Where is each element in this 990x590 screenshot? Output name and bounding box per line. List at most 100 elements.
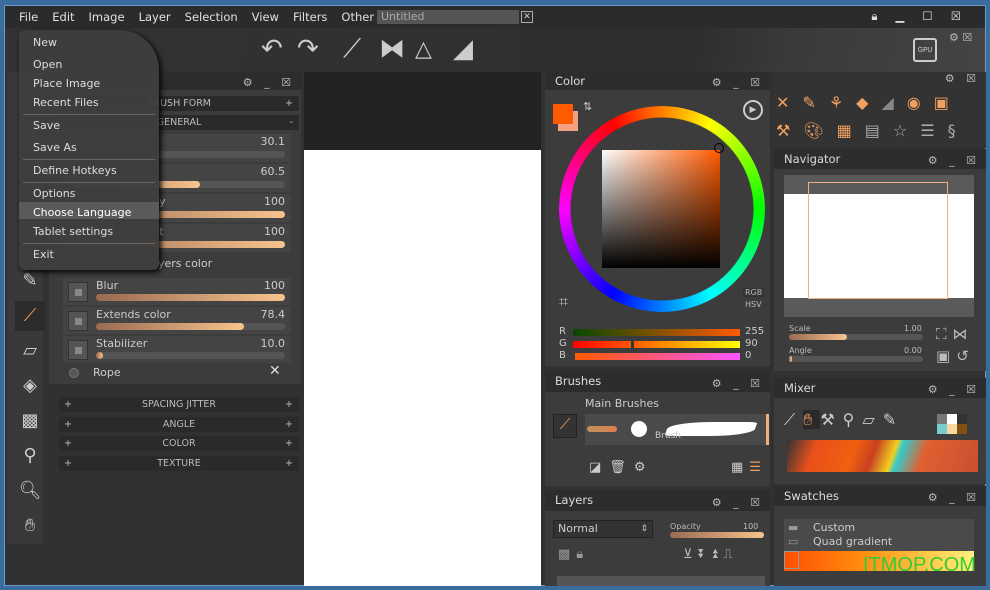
fit-screen-icon[interactable]: ⛶: [936, 325, 953, 343]
brushes-tab-icon[interactable]: ⚘: [829, 93, 856, 112]
slider-track[interactable]: [96, 323, 285, 330]
transparency-lock-icon[interactable]: ▩: [558, 547, 576, 562]
navigator-preview[interactable]: [784, 175, 974, 317]
menu-item-new[interactable]: New: [33, 36, 57, 49]
notes-tab-icon[interactable]: ▤: [865, 121, 893, 140]
mixer-knife-icon[interactable]: ⚒: [820, 410, 842, 429]
panel-controls[interactable]: ⚙ _ ☒: [712, 373, 764, 394]
menu-filters[interactable]: Filters: [293, 10, 327, 24]
mixer-brush-icon[interactable]: ⟋: [784, 410, 803, 429]
slider-track[interactable]: [96, 294, 285, 301]
stabilizer-checkbox[interactable]: [68, 340, 88, 360]
tools-tab-icon[interactable]: ✕: [776, 93, 802, 112]
menu-item-open[interactable]: Open: [33, 58, 62, 71]
wrench-icon[interactable]: ✕: [269, 363, 281, 379]
color-tab-icon[interactable]: ◉: [907, 93, 934, 112]
brush-item[interactable]: Brush: [585, 414, 769, 445]
panel-controls[interactable]: ⚙ ☒: [945, 72, 980, 85]
minimize-icon[interactable]: ▁: [896, 9, 909, 23]
play-icon[interactable]: ▶: [743, 100, 763, 120]
selected-swatch[interactable]: [784, 551, 799, 569]
redo-icon[interactable]: ↷: [297, 34, 319, 64]
menu-item-tablet-settings[interactable]: Tablet settings: [33, 225, 113, 238]
mixer-picker-icon[interactable]: ✎: [883, 410, 904, 429]
mixer-blend-icon[interactable]: ✋︎: [803, 410, 821, 429]
mixer-canvas[interactable]: [787, 440, 978, 472]
navigator-viewport[interactable]: [808, 182, 948, 299]
menu-item-recent-files[interactable]: Recent Files: [33, 96, 99, 109]
section-spacing-jitter[interactable]: + SPACING JITTER +: [59, 397, 299, 412]
menu-item-options[interactable]: Options: [33, 187, 75, 200]
swatches-tab-icon[interactable]: ▦: [837, 121, 865, 140]
menu-selection[interactable]: Selection: [185, 10, 238, 24]
blend-mode-select[interactable]: Normal ⇕: [553, 520, 653, 538]
scale-slider[interactable]: [789, 334, 923, 340]
new-brush-icon[interactable]: ◪: [589, 460, 609, 475]
g-slider[interactable]: [573, 341, 740, 348]
extends-color-checkbox[interactable]: [68, 311, 88, 331]
image-tab-icon[interactable]: ▣: [934, 93, 962, 112]
saturation-value-square[interactable]: [602, 150, 720, 268]
panel-controls[interactable]: ⚙ _ ☒: [928, 151, 980, 171]
lock-icon[interactable]: 🔒︎: [871, 9, 881, 23]
mixer-clean-icon[interactable]: ⚲: [843, 410, 863, 429]
panel-controls[interactable]: ⚙ _ ☒: [712, 74, 764, 92]
document-tab[interactable]: Untitled: [377, 10, 519, 24]
hand-icon[interactable]: ✋︎: [15, 511, 45, 541]
r-slider[interactable]: [573, 329, 740, 336]
gradient-icon[interactable]: ▩: [15, 406, 45, 436]
blur-checkbox[interactable]: [68, 282, 88, 302]
menu-item-exit[interactable]: Exit: [33, 248, 54, 261]
panel-controls[interactable]: ⚙ _ ☒: [928, 380, 980, 400]
menu-item-choose-language[interactable]: Choose Language: [33, 206, 131, 219]
undo-icon[interactable]: ↶: [261, 34, 283, 64]
color-picker-cursor[interactable]: [714, 143, 724, 153]
gpu-icon[interactable]: GPU: [913, 38, 937, 62]
flip-horizontal-icon[interactable]: ⋈: [953, 325, 974, 343]
brush-settings-tab-icon[interactable]: ✎: [802, 93, 828, 112]
swatch-set-quad-gradient[interactable]: Quad gradient: [813, 535, 892, 548]
zoom-icon[interactable]: 🔍︎: [15, 476, 45, 506]
symmetry-icon[interactable]: ⧓: [379, 34, 405, 64]
section-texture[interactable]: + TEXTURE +: [59, 456, 299, 471]
rgb-mode[interactable]: RGB: [743, 288, 765, 297]
canvas[interactable]: [304, 150, 541, 586]
opacity-slider[interactable]: [670, 532, 764, 538]
close-icon[interactable]: ☒: [951, 9, 965, 23]
eyedropper-icon[interactable]: ✎: [15, 266, 45, 296]
ruler-icon[interactable]: ◢: [453, 34, 473, 64]
slider-track[interactable]: [96, 352, 285, 359]
eraser-icon[interactable]: ▱: [15, 336, 45, 366]
menu-other[interactable]: Other: [341, 10, 374, 24]
menu-item-define-hotkeys[interactable]: Define Hotkeys: [33, 164, 117, 177]
merge-up-icon[interactable]: ⏫︎: [711, 547, 724, 562]
list-tab-icon[interactable]: ☰: [920, 121, 947, 140]
layers-tab-icon[interactable]: ◆: [856, 93, 881, 112]
menu-image[interactable]: Image: [89, 10, 125, 24]
list-view-icon[interactable]: ☰: [749, 460, 767, 475]
panel-controls[interactable]: ⚙ _ ☒: [243, 74, 295, 92]
paint-roller-icon[interactable]: ⚲: [15, 441, 45, 471]
particles-icon[interactable]: △: [415, 37, 432, 62]
b-slider[interactable]: [575, 353, 740, 360]
menu-view[interactable]: View: [252, 10, 279, 24]
transform-tab-icon[interactable]: §: [948, 121, 969, 140]
section-color[interactable]: + COLOR +: [59, 436, 299, 451]
current-brush-icon[interactable]: ⟋: [553, 414, 577, 438]
mixer-eraser-icon[interactable]: ▱: [862, 410, 882, 429]
toolbar-settings-icon[interactable]: ⚙ ☒: [949, 31, 972, 44]
close-document-icon[interactable]: ✕: [521, 11, 533, 23]
layer-item[interactable]: [557, 576, 765, 586]
reset-rotation-icon[interactable]: ↺: [956, 347, 975, 365]
menu-edit[interactable]: Edit: [52, 10, 74, 24]
swap-colors-icon[interactable]: ⇅: [583, 100, 592, 113]
hsv-mode[interactable]: HSV: [745, 300, 762, 309]
angle-slider[interactable]: [789, 356, 923, 362]
layer-flip-icon[interactable]: ⎍: [724, 547, 739, 562]
menu-file[interactable]: File: [19, 10, 38, 24]
brush-tool-icon[interactable]: ⟋: [343, 34, 361, 65]
favorites-tab-icon[interactable]: ☆: [893, 121, 920, 140]
crop-icon[interactable]: ⌗: [559, 292, 568, 312]
maximize-icon[interactable]: ☐: [922, 9, 936, 23]
menu-item-save[interactable]: Save: [33, 119, 60, 132]
